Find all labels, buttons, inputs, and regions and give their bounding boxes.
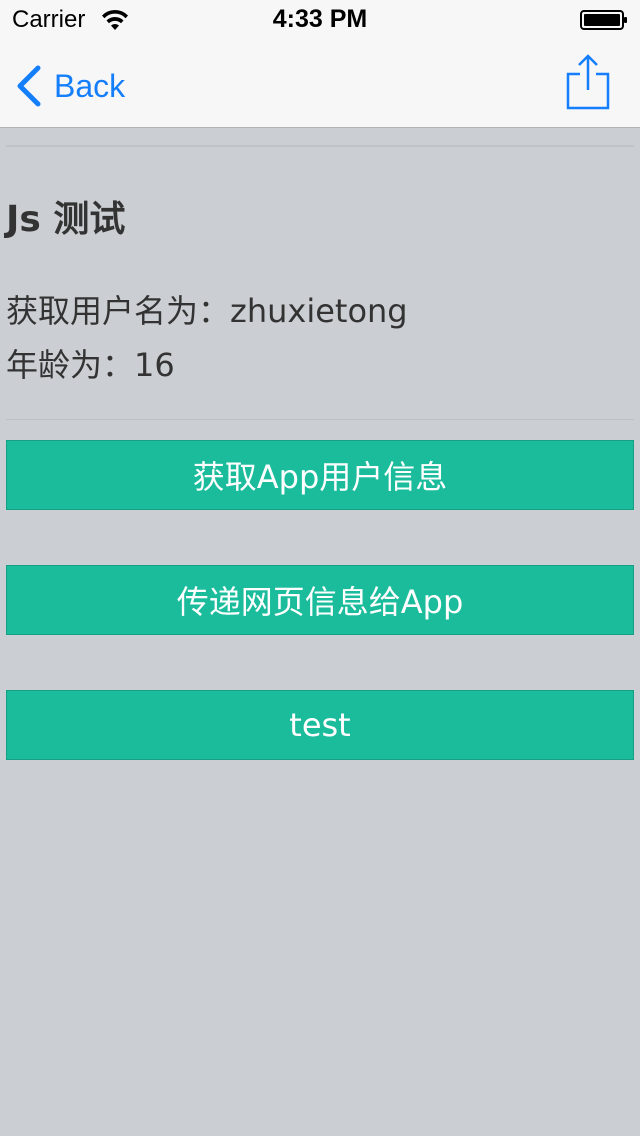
back-button[interactable]: Back: [14, 62, 125, 110]
status-bar: Carrier 4:33 PM: [0, 0, 640, 40]
page-title: Js 测试: [6, 199, 126, 240]
username-value: zhuxietong: [230, 292, 408, 330]
navigation-bar: Back: [0, 40, 640, 128]
divider: [6, 419, 634, 420]
test-button[interactable]: test: [6, 690, 634, 760]
back-label: Back: [54, 67, 126, 104]
send-page-info-to-app-button[interactable]: 传递网页信息给App: [6, 565, 634, 635]
battery-icon: [580, 10, 627, 30]
username-label: 获取用户名为：: [6, 292, 231, 330]
share-icon[interactable]: [566, 54, 610, 110]
get-app-user-info-button[interactable]: 获取App用户信息: [6, 440, 634, 510]
age-label: 年龄为：: [6, 346, 135, 384]
clock: 4:33 PM: [272, 5, 368, 33]
divider: [6, 145, 634, 147]
chevron-left-icon: [17, 65, 41, 107]
username-line: 获取用户名为：zhuxietong: [6, 286, 408, 332]
age-value: 16: [134, 346, 175, 384]
age-line: 年龄为：16: [6, 340, 175, 386]
top-bar: Carrier 4:33 PM Back: [0, 0, 640, 128]
